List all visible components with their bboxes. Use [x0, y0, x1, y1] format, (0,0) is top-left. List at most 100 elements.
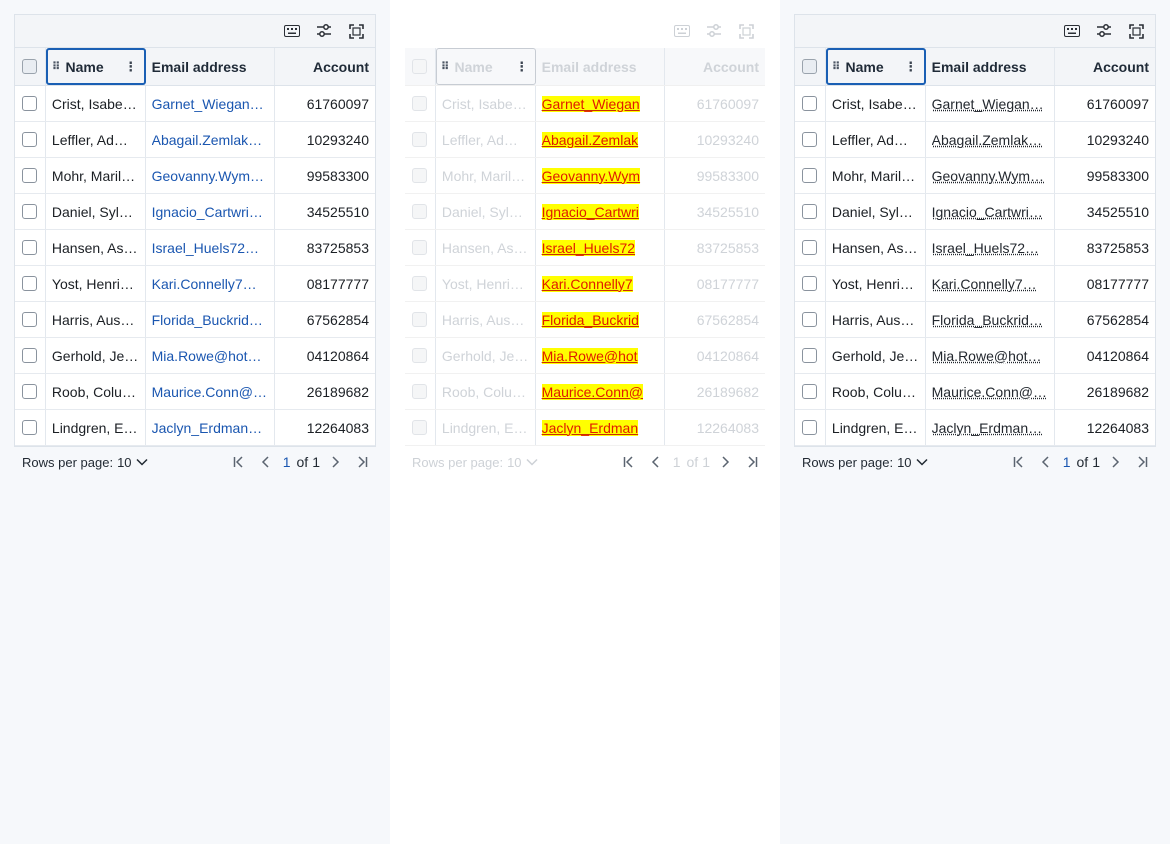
email-link[interactable]: Abagail.Zemlak…: [932, 132, 1055, 148]
drag-handle-icon[interactable]: ⠿: [832, 60, 841, 73]
last-page-icon[interactable]: [350, 451, 372, 473]
row-checkbox[interactable]: [22, 348, 38, 363]
table-row[interactable]: Gerhold, Je… Mia.Rowe@hot… 04120864: [15, 338, 375, 374]
first-page-icon[interactable]: [229, 451, 251, 473]
table-row[interactable]: Leffler, Ad… Abagail.Zemlak… 10293240: [795, 122, 1155, 158]
column-header-name[interactable]: ⠿ Name ⋮: [435, 48, 536, 85]
previous-page-icon[interactable]: [255, 451, 277, 473]
table-row[interactable]: Yost, Henri… Kari.Connelly7… 08177777: [15, 266, 375, 302]
email-link[interactable]: Maurice.Conn@…: [152, 384, 275, 400]
column-header-email[interactable]: Email address: [146, 48, 276, 85]
rows-per-page[interactable]: Rows per page: 10: [14, 455, 148, 470]
email-link[interactable]: Ignacio_Cartwri: [541, 203, 639, 220]
row-checkbox[interactable]: [412, 240, 428, 255]
filter-settings-icon[interactable]: [703, 20, 725, 42]
email-link[interactable]: Mia.Rowe@hot…: [932, 348, 1055, 364]
email-link[interactable]: Florida_Buckrid…: [932, 312, 1055, 328]
email-link[interactable]: Maurice.Conn@: [541, 383, 643, 400]
email-link[interactable]: Geovanny.Wym…: [152, 168, 275, 184]
email-link[interactable]: Kari.Connelly7…: [932, 276, 1055, 292]
email-link[interactable]: Ignacio_Cartwri…: [932, 204, 1055, 220]
filter-settings-icon[interactable]: [313, 20, 335, 42]
row-checkbox[interactable]: [412, 276, 428, 291]
email-link[interactable]: Israel_Huels72…: [152, 240, 275, 256]
email-link[interactable]: Geovanny.Wym…: [932, 168, 1055, 184]
select-all-checkbox[interactable]: [802, 59, 818, 74]
row-checkbox[interactable]: [22, 240, 38, 255]
keyboard-icon[interactable]: [281, 20, 303, 42]
email-link[interactable]: Kari.Connelly7…: [152, 276, 275, 292]
chevron-down-icon[interactable]: [916, 458, 928, 466]
row-checkbox[interactable]: [412, 204, 428, 219]
table-row[interactable]: Crist, Isabe… Garnet_Wiegan… 61760097: [795, 86, 1155, 122]
row-checkbox[interactable]: [22, 132, 38, 147]
email-link[interactable]: Maurice.Conn@…: [932, 384, 1055, 400]
email-link[interactable]: Geovanny.Wym: [541, 167, 641, 184]
email-link[interactable]: Florida_Buckrid…: [152, 312, 275, 328]
last-page-icon[interactable]: [740, 451, 762, 473]
fullscreen-icon[interactable]: [735, 20, 757, 42]
column-header-name[interactable]: ⠿ Name ⋮: [825, 48, 926, 85]
next-page-icon[interactable]: [1104, 451, 1126, 473]
column-header-name[interactable]: ⠿ Name ⋮: [45, 48, 146, 85]
row-checkbox[interactable]: [802, 348, 818, 363]
select-all-checkbox[interactable]: [22, 59, 38, 74]
next-page-icon[interactable]: [714, 451, 736, 473]
select-all-checkbox[interactable]: [412, 59, 428, 74]
row-checkbox[interactable]: [802, 420, 818, 435]
keyboard-icon[interactable]: [1061, 20, 1083, 42]
keyboard-icon[interactable]: [671, 20, 693, 42]
first-page-icon[interactable]: [1009, 451, 1031, 473]
row-checkbox[interactable]: [802, 312, 818, 327]
email-link[interactable]: Abagail.Zemlak…: [152, 132, 275, 148]
row-checkbox[interactable]: [22, 204, 38, 219]
table-row[interactable]: Hansen, As… Israel_Huels72… 83725853: [15, 230, 375, 266]
email-link[interactable]: Mia.Rowe@hot: [541, 347, 638, 364]
table-row[interactable]: Lindgren, E… Jaclyn_Erdman… 12264083: [795, 410, 1155, 446]
email-link[interactable]: Israel_Huels72…: [932, 240, 1055, 256]
rows-per-page[interactable]: Rows per page: 10: [404, 455, 538, 470]
rows-per-page[interactable]: Rows per page: 10: [794, 455, 928, 470]
table-row[interactable]: Roob, Colu… Maurice.Conn@… 26189682: [15, 374, 375, 410]
row-checkbox[interactable]: [802, 384, 818, 399]
table-row[interactable]: Gerhold, Je… Mia.Rowe@hot… 04120864: [795, 338, 1155, 374]
row-checkbox[interactable]: [802, 240, 818, 255]
chevron-down-icon[interactable]: [526, 458, 538, 466]
chevron-down-icon[interactable]: [136, 458, 148, 466]
row-checkbox[interactable]: [412, 168, 428, 183]
table-row[interactable]: Lindgren, E… Jaclyn_Erdman… 12264083: [15, 410, 375, 446]
table-row[interactable]: Roob, Colu… Maurice.Conn@ 26189682: [405, 374, 765, 410]
table-row[interactable]: Yost, Henri… Kari.Connelly7 08177777: [405, 266, 765, 302]
email-link[interactable]: Jaclyn_Erdman: [541, 419, 639, 436]
email-link[interactable]: Kari.Connelly7: [541, 275, 633, 292]
table-row[interactable]: Daniel, Syl… Ignacio_Cartwri… 34525510: [795, 194, 1155, 230]
email-link[interactable]: Jaclyn_Erdman…: [152, 420, 275, 436]
row-checkbox[interactable]: [412, 420, 428, 435]
table-row[interactable]: Roob, Colu… Maurice.Conn@… 26189682: [795, 374, 1155, 410]
rows-per-page-value[interactable]: 10: [507, 455, 521, 470]
row-checkbox[interactable]: [412, 348, 428, 363]
email-link[interactable]: Mia.Rowe@hot…: [152, 348, 275, 364]
row-checkbox[interactable]: [802, 168, 818, 183]
table-row[interactable]: Yost, Henri… Kari.Connelly7… 08177777: [795, 266, 1155, 302]
email-link[interactable]: Garnet_Wiegan…: [152, 96, 275, 112]
next-page-icon[interactable]: [324, 451, 346, 473]
email-link[interactable]: Jaclyn_Erdman…: [932, 420, 1055, 436]
previous-page-icon[interactable]: [645, 451, 667, 473]
row-checkbox[interactable]: [22, 168, 38, 183]
fullscreen-icon[interactable]: [1125, 20, 1147, 42]
filter-settings-icon[interactable]: [1093, 20, 1115, 42]
row-checkbox[interactable]: [22, 276, 38, 291]
drag-handle-icon[interactable]: ⠿: [52, 60, 61, 73]
table-row[interactable]: Harris, Aus… Florida_Buckrid… 67562854: [15, 302, 375, 338]
table-row[interactable]: Daniel, Syl… Ignacio_Cartwri 34525510: [405, 194, 765, 230]
table-row[interactable]: Hansen, As… Israel_Huels72… 83725853: [795, 230, 1155, 266]
column-menu-icon[interactable]: ⋮: [904, 59, 918, 75]
table-row[interactable]: Harris, Aus… Florida_Buckrid 67562854: [405, 302, 765, 338]
email-link[interactable]: Israel_Huels72: [541, 239, 636, 256]
row-checkbox[interactable]: [412, 384, 428, 399]
column-menu-icon[interactable]: ⋮: [515, 59, 529, 75]
table-row[interactable]: Harris, Aus… Florida_Buckrid… 67562854: [795, 302, 1155, 338]
table-row[interactable]: Crist, Isabe… Garnet_Wiegan… 61760097: [15, 86, 375, 122]
drag-handle-icon[interactable]: ⠿: [441, 60, 450, 73]
